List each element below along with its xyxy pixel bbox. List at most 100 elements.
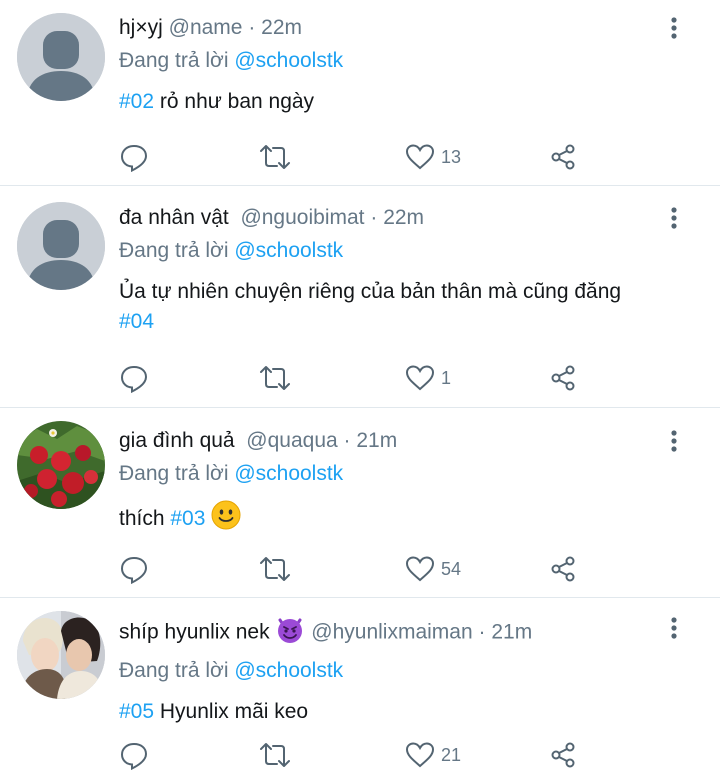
timestamp: 22m (383, 206, 425, 229)
hashtag-link[interactable]: #02 (119, 90, 154, 113)
more-options-button[interactable] (662, 14, 686, 42)
more-vertical-icon (671, 617, 677, 639)
more-options-button[interactable] (662, 427, 686, 455)
retweet-icon (260, 366, 290, 390)
avatar[interactable] (17, 421, 105, 509)
display-name[interactable]: gia đình quả (119, 429, 235, 452)
like-button[interactable]: 13 (405, 141, 461, 173)
default-avatar-icon (17, 13, 105, 101)
tweet-header: shíp hyunlix nek @hyunlixmaiman · 21m (119, 614, 680, 652)
more-vertical-icon (671, 207, 677, 229)
heart-icon (405, 556, 435, 582)
tweet-text: thích #03 (119, 500, 680, 539)
tweet-header: gia đình quả @quaqua · 21m (119, 427, 680, 455)
mention-link[interactable]: @schoolstk (234, 239, 343, 262)
avatar[interactable] (17, 13, 105, 101)
share-icon (551, 556, 575, 582)
mention-link[interactable]: @schoolstk (234, 49, 343, 72)
reply-button[interactable] (119, 141, 149, 173)
handle[interactable]: @quaqua (246, 429, 337, 452)
tweet-text: Ủa tự nhiên chuyện riêng của bản thân mà… (119, 277, 680, 337)
hashtag-link[interactable]: #03 (170, 507, 205, 530)
tweet-actions: 13 (119, 141, 680, 173)
more-options-button[interactable] (662, 614, 686, 642)
like-count: 54 (441, 558, 462, 579)
like-button[interactable]: 1 (405, 362, 451, 394)
reply-icon (120, 742, 148, 770)
mention-link[interactable]: @schoolstk (234, 462, 343, 485)
replying-prefix: Đang trả lời (119, 659, 229, 682)
tweet-text-part: rỏ như ban ngày (154, 90, 315, 113)
timestamp: 22m (261, 16, 303, 39)
display-name[interactable]: shíp hyunlix nek (119, 621, 270, 644)
reply-icon (120, 556, 148, 584)
retweet-button[interactable] (258, 362, 292, 394)
reply-button[interactable] (119, 362, 149, 394)
share-button[interactable] (548, 553, 578, 585)
display-name[interactable]: hj×yj (119, 16, 163, 39)
retweet-icon (260, 743, 290, 767)
hashtag-link[interactable]: #04 (119, 310, 154, 333)
reply-button[interactable] (119, 553, 149, 585)
replying-to: Đang trả lời @schoolstk (119, 47, 680, 75)
share-button[interactable] (548, 141, 578, 173)
like-count: 1 (441, 367, 452, 388)
replying-prefix: Đang trả lời (119, 462, 229, 485)
avatar[interactable] (17, 202, 105, 290)
tweet-item[interactable]: đa nhân vật @nguoibimat · 22m Đang trả l… (0, 186, 720, 408)
handle[interactable]: @nguoibimat (240, 206, 364, 229)
like-count: 21 (441, 744, 462, 765)
more-options-button[interactable] (662, 204, 686, 232)
like-count: 13 (441, 146, 462, 167)
share-button[interactable] (548, 739, 578, 771)
avatar[interactable] (17, 611, 105, 699)
share-icon (551, 144, 575, 170)
retweet-button[interactable] (258, 141, 292, 173)
separator-dot: · (370, 206, 378, 229)
display-name[interactable]: đa nhân vật (119, 206, 229, 229)
default-avatar-icon (17, 202, 105, 290)
heart-icon (405, 144, 435, 170)
two-people-photo (17, 611, 105, 699)
hashtag-link[interactable]: #05 (119, 700, 154, 723)
more-vertical-icon (671, 17, 677, 39)
tweet-actions: 54 (119, 553, 680, 585)
tweet-header: đa nhân vật @nguoibimat · 22m (119, 204, 680, 232)
retweet-button[interactable] (258, 553, 292, 585)
tweet-actions: 1 (119, 362, 680, 394)
tweet-text: #05 Hyunlix mãi keo (119, 697, 680, 727)
timestamp: 21m (356, 429, 398, 452)
strawberries-photo (17, 421, 105, 509)
tweet-text-part: thích (119, 507, 171, 531)
heart-icon (405, 365, 435, 391)
handle[interactable]: @name (169, 16, 243, 39)
reply-button[interactable] (119, 739, 149, 771)
reply-icon (120, 144, 148, 172)
tweet-text-part: Ủa tự nhiên chuyện riêng của bản thân mà… (119, 280, 622, 303)
separator-dot: · (478, 620, 486, 644)
tweet-text: #02 rỏ như ban ngày (119, 87, 680, 117)
reply-icon (120, 365, 148, 393)
retweet-icon (260, 557, 290, 581)
replying-prefix: Đang trả lời (119, 49, 229, 72)
share-button[interactable] (548, 362, 578, 394)
tweet-item[interactable]: gia đình quả @quaqua · 21m Đang trả lời … (0, 408, 720, 598)
smiling-imp-emoji (275, 614, 305, 652)
share-icon (551, 742, 575, 768)
tweet-text-part: Hyunlix mãi keo (154, 700, 309, 723)
like-button[interactable]: 21 (405, 739, 461, 771)
retweet-button[interactable] (258, 739, 292, 771)
separator-dot: · (248, 16, 256, 39)
mention-link[interactable]: @schoolstk (234, 659, 343, 682)
separator-dot: · (343, 429, 351, 452)
heart-icon (405, 742, 435, 768)
handle[interactable]: @hyunlixmaiman (311, 621, 472, 644)
tweet-actions: 21 (119, 739, 680, 771)
like-button[interactable]: 54 (405, 553, 461, 585)
replying-to: Đang trả lời @schoolstk (119, 460, 680, 488)
retweet-icon (260, 145, 290, 169)
tweet-item[interactable]: hj×yj @name · 22m Đang trả lời @schoolst… (0, 0, 720, 186)
tweet-item[interactable]: shíp hyunlix nek @hyunlixmaiman · 21m Đa… (0, 598, 720, 783)
timestamp: 21m (491, 620, 533, 644)
replying-to: Đang trả lời @schoolstk (119, 237, 680, 265)
